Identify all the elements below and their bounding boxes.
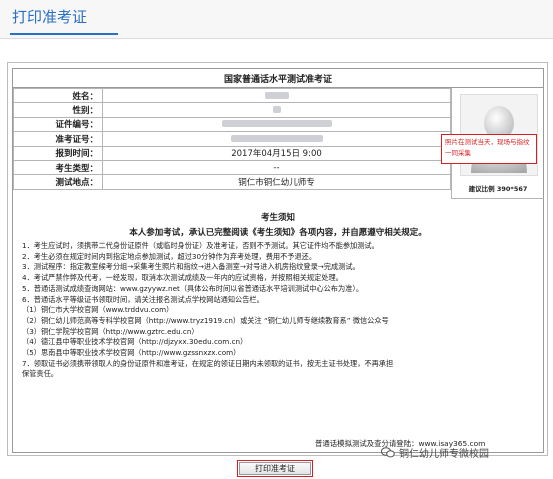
redacted-value <box>272 106 281 114</box>
tab-bar: 打印准考证 <box>0 0 553 39</box>
field-label: 性别： <box>13 102 103 118</box>
photo-annotation: 照片在测试当天，现场与指纹一同采集 <box>441 134 537 164</box>
card-title: 国家普通话水平测试准考证 <box>223 75 332 85</box>
info-table: 姓名： 性别： 证件编号： 准考证号： 报到时间： 2017年04月15日 9:… <box>13 87 451 190</box>
list-item: 7．领取证书必须携带领取人的身份证原件和准考证，在规定的领证日期内未领取的证书，… <box>22 358 394 368</box>
field-value-name <box>102 87 451 104</box>
print-button-label: 打印准考证 <box>239 462 311 475</box>
redacted-value <box>230 134 323 142</box>
photo-caption: 建议比例 390*567 <box>468 185 528 193</box>
field-value-report-time: 2017年04月15日 9:00 <box>102 145 451 161</box>
list-item: 5．普通话测试成绩查询网站：www.gzyywz.net（具体公布时间以省普通话… <box>22 283 364 293</box>
field-label: 准考证号： <box>13 131 103 147</box>
wechat-icon <box>381 447 395 458</box>
list-item: 2．考生必须在规定时间内到指定地点参加测试，超过30分钟作为弃考处理，费用不予退… <box>22 251 317 261</box>
list-item: 保管责任。 <box>22 369 58 379</box>
list-item: 4．考试严禁作弊及代考，一经发现，取消本次测试成绩及一年内的应试资格，并按照相关… <box>22 273 343 283</box>
list-item: 3．测试程序：指定教室候考分组→采集考生照片和指纹→进入备测室→对号进入机房指纹… <box>22 262 360 272</box>
watermark: 铜仁幼儿师专微校园 <box>399 449 489 460</box>
field-label: 证件编号： <box>13 116 103 133</box>
field-value-location: 铜仁市铜仁幼儿师专 <box>102 174 451 190</box>
field-label: 姓名： <box>13 87 103 104</box>
list-item: （2）铜仁幼儿师范高等专科学校官网（http://www.tryz1919.cn… <box>22 315 389 325</box>
list-item: 6．普通话水平等级证书领取时间，请关注报名测试点学校网站通知公告栏。 <box>22 294 264 304</box>
list-item: （1）铜仁市大学校官网（www.trddvu.com） <box>22 305 174 315</box>
list-item: （3）铜仁学院学校官网（http://www.gztrc.edu.cn） <box>22 326 199 336</box>
admission-card: 国家普通话水平测试准考证 姓名： 性别： 证件编号： 准考证号： 报到时间： 2… <box>7 62 548 456</box>
print-admission-button[interactable]: 打印准考证 <box>237 460 313 477</box>
table-row: 姓名： <box>13 87 451 104</box>
field-label: 报到时间： <box>13 145 103 161</box>
field-label: 测试地点： <box>13 174 103 190</box>
table-row: 证件编号： <box>13 116 451 133</box>
table-row: 报到时间： 2017年04月15日 9:00 <box>13 145 451 161</box>
table-row: 考生类型： -- <box>13 159 451 176</box>
tab-print-admission[interactable]: 打印准考证 <box>12 6 87 27</box>
redacted-value <box>221 120 332 128</box>
field-value-id <box>102 116 451 133</box>
list-item: （5）思南县中等职业技术学校官网（http://www.gzssnxzx.com… <box>22 348 241 358</box>
field-value-ticket <box>102 131 451 147</box>
redacted-value <box>264 91 289 99</box>
table-row: 测试地点： 铜仁市铜仁幼儿师专 <box>13 174 451 190</box>
notice-list: 1．考生应试时，须携带二代身份证原件（或临时身份证）及准考证，否则不予测试。其它… <box>22 241 537 380</box>
field-value-type: -- <box>102 159 451 176</box>
notice-subtitle: 本人参加考试，承认已完整阅读《考生须知》各项内容，并自愿遵守相关规定。 <box>129 228 427 238</box>
list-item: 1．考生应试时，须携带二代身份证原件（或临时身份证）及准考证，否则不予测试。其它… <box>22 241 379 250</box>
table-row: 性别： <box>13 102 451 118</box>
table-row: 准考证号： <box>13 131 451 147</box>
field-value-gender <box>102 102 451 118</box>
field-label: 考生类型： <box>13 159 103 176</box>
notice-title: 考生须知 <box>260 213 295 223</box>
list-item: （4）德江县中等职业技术学校官网（http://djzyxx.30edu.com… <box>22 337 248 347</box>
admission-card-inner: 国家普通话水平测试准考证 姓名： 性别： 证件编号： 准考证号： 报到时间： 2… <box>12 68 544 453</box>
active-tab-underline <box>10 33 118 35</box>
